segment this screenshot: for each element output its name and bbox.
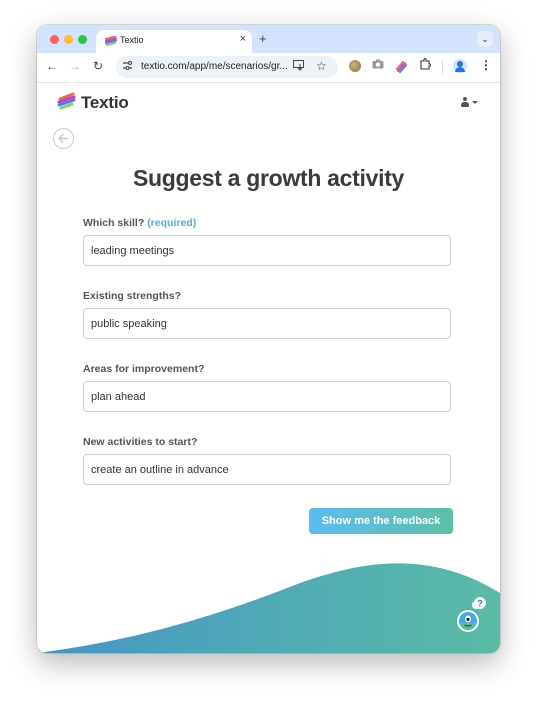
site-settings-icon[interactable] [122,60,133,74]
extension-coin-icon[interactable] [349,60,361,72]
minimize-window-button[interactable] [64,35,73,44]
caret-down-icon [472,101,478,104]
reload-icon[interactable]: ↻ [91,59,105,73]
improvement-input[interactable] [83,381,451,412]
forward-arrow-icon[interactable]: → [68,59,82,73]
title-bar: Textio × + ⌄ [37,25,500,53]
page-content: Textio Suggest a growth activity Which s… [37,83,500,653]
close-window-button[interactable] [50,35,59,44]
tab-title: Textio [120,35,144,45]
install-app-icon[interactable] [293,60,305,74]
skill-label-text: Which skill? [83,217,145,229]
skill-input[interactable] [83,235,451,266]
strengths-input[interactable] [83,308,451,339]
browser-tab[interactable]: Textio × [96,30,252,53]
camera-extension-icon[interactable] [372,59,384,71]
browser-menu-icon[interactable]: ⋮ [480,58,492,72]
question-bubble-text: ? [477,599,483,609]
user-icon [461,97,469,107]
page-title: Suggest a growth activity [132,165,405,191]
profile-avatar-icon[interactable] [453,59,467,73]
bookmark-star-icon[interactable]: ☆ [316,59,327,73]
improvement-label: Areas for improvement? [83,363,205,375]
maximize-window-button[interactable] [78,35,87,44]
back-arrow-icon[interactable]: ← [45,59,59,73]
textio-logo-icon [57,92,76,110]
extensions-puzzle-icon[interactable] [419,57,432,70]
textio-extension-icon[interactable] [395,60,407,73]
url-text[interactable]: textio.com/app/me/scenarios/gr... [141,61,288,72]
textio-logo-text[interactable]: Textio [81,93,129,113]
new-activities-input[interactable] [83,454,451,485]
required-note: (required) [147,217,197,229]
tab-search-button[interactable]: ⌄ [477,31,493,47]
browser-toolbar: ← → ↻ textio.com/app/me/scenarios/gr... … [37,53,500,83]
assistant-mascot-icon: ? [457,597,486,632]
skill-label: Which skill? (required) [83,217,196,229]
user-menu-button[interactable] [461,97,483,109]
strengths-label: Existing strengths? [83,290,182,302]
new-tab-button[interactable]: + [259,31,267,46]
new-activities-label: New activities to start? [83,436,198,448]
arrow-left-icon [58,133,69,144]
textio-favicon-icon [105,36,117,46]
back-button[interactable] [53,128,74,149]
toolbar-divider [442,60,443,74]
tab-close-icon[interactable]: × [240,33,246,45]
show-feedback-button[interactable]: Show me the feedback [309,508,453,534]
help-assistant-button[interactable]: ? [455,595,489,635]
decorative-wave [37,563,500,653]
browser-window: Textio × + ⌄ ← → ↻ textio.com/app/me/sce… [37,25,500,653]
address-bar[interactable]: textio.com/app/me/scenarios/gr... ☆ [116,56,338,78]
